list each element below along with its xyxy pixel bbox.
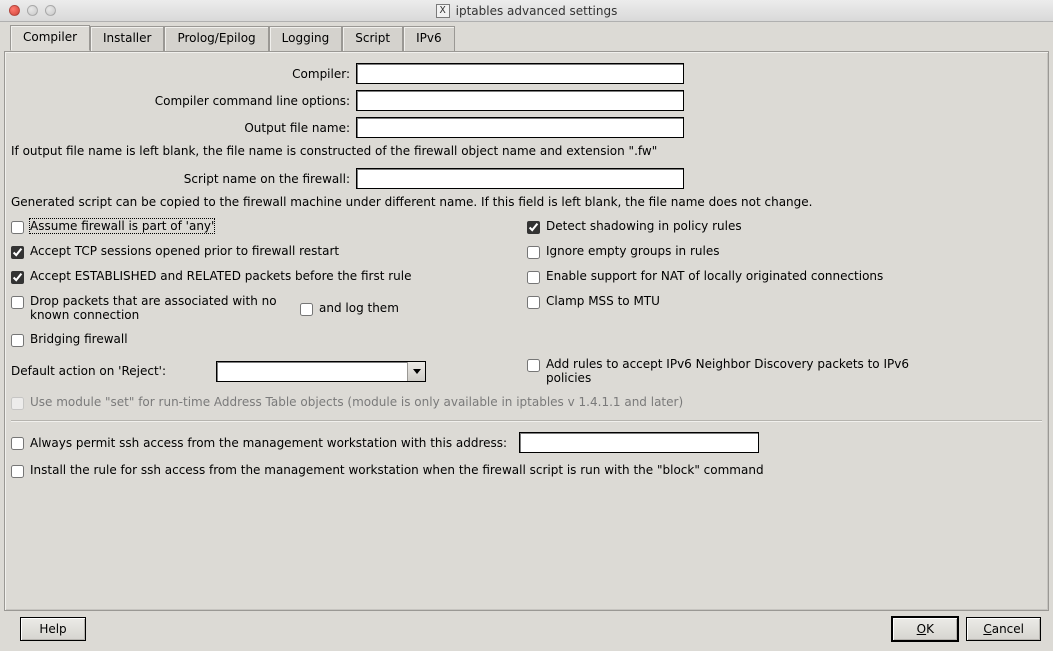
compiler-input[interactable]: [356, 63, 684, 84]
output-input[interactable]: [356, 117, 684, 138]
chk-and-log-label: and log them: [319, 301, 399, 315]
cmdline-label: Compiler command line options:: [11, 94, 356, 108]
chk-bridging-label: Bridging firewall: [30, 332, 128, 346]
separator: [11, 420, 1042, 422]
chk-use-set-box: [11, 397, 24, 410]
scriptname-label: Script name on the firewall:: [11, 172, 356, 186]
chk-ipv6-nd[interactable]: Add rules to accept IPv6 Neighbor Discov…: [527, 357, 1042, 385]
chevron-down-icon: [413, 369, 421, 374]
chk-ssh-block-box[interactable]: [11, 465, 24, 478]
chk-drop-unknown[interactable]: Drop packets that are associated with no…: [11, 294, 290, 322]
chk-clamp-mss[interactable]: Clamp MSS to MTU: [527, 294, 1042, 322]
chk-nat-local-box[interactable]: [527, 271, 540, 284]
tab-script[interactable]: Script: [342, 26, 403, 52]
tab-compiler[interactable]: Compiler: [10, 25, 90, 51]
tab-prolog-epilog[interactable]: Prolog/Epilog: [164, 26, 268, 52]
chk-ssh-always-box[interactable]: [11, 437, 24, 450]
chk-accept-tcp[interactable]: Accept TCP sessions opened prior to fire…: [11, 244, 521, 259]
chk-and-log-box[interactable]: [300, 303, 313, 316]
chk-detect-shadow-box[interactable]: [527, 221, 540, 234]
chk-nat-local[interactable]: Enable support for NAT of locally origin…: [527, 269, 1042, 284]
reject-label: Default action on 'Reject':: [11, 364, 206, 378]
chk-use-set-label: Use module "set" for run-time Address Ta…: [30, 395, 683, 409]
tab-bar: Compiler Installer Prolog/Epilog Logging…: [4, 25, 1049, 51]
chk-accept-est-box[interactable]: [11, 271, 24, 284]
chk-ignore-empty[interactable]: Ignore empty groups in rules: [527, 244, 1042, 259]
chk-detect-shadow-label: Detect shadowing in policy rules: [546, 219, 742, 233]
window-title-text: iptables advanced settings: [456, 4, 618, 18]
chk-accept-est[interactable]: Accept ESTABLISHED and RELATED packets b…: [11, 269, 521, 284]
chk-clamp-mss-label: Clamp MSS to MTU: [546, 294, 660, 308]
tab-page: Compiler: Compiler command line options:…: [4, 51, 1049, 611]
tab-installer[interactable]: Installer: [90, 26, 164, 52]
chk-nat-local-label: Enable support for NAT of locally origin…: [546, 269, 883, 283]
chk-use-set: Use module "set" for run-time Address Ta…: [11, 395, 1042, 410]
window-title: X iptables advanced settings: [0, 4, 1053, 18]
help-button[interactable]: Help: [20, 617, 86, 641]
chk-ipv6-nd-label: Add rules to accept IPv6 Neighbor Discov…: [546, 357, 926, 385]
scriptname-note: Generated script can be copied to the fi…: [11, 195, 1042, 209]
cancel-button[interactable]: Cancel: [966, 617, 1041, 641]
chk-bridging[interactable]: Bridging firewall: [11, 332, 521, 347]
chk-detect-shadow[interactable]: Detect shadowing in policy rules: [527, 219, 1042, 234]
app-x-icon: X: [436, 4, 450, 18]
chk-ssh-block[interactable]: Install the rule for ssh access from the…: [11, 463, 1042, 478]
ssh-address-input[interactable]: [519, 432, 759, 453]
ok-button[interactable]: OK: [892, 617, 958, 641]
output-note: If output file name is left blank, the f…: [11, 144, 1042, 158]
chk-ipv6-nd-box[interactable]: [527, 359, 540, 372]
chk-assume-any[interactable]: Assume firewall is part of 'any': [11, 219, 521, 234]
window-body: Compiler Installer Prolog/Epilog Logging…: [0, 22, 1053, 651]
chk-ssh-block-label: Install the rule for ssh access from the…: [30, 463, 764, 477]
titlebar: X iptables advanced settings: [0, 0, 1053, 22]
dialog-footer: Help OK Cancel: [4, 611, 1049, 651]
reject-select[interactable]: [216, 361, 426, 382]
tab-logging[interactable]: Logging: [269, 26, 343, 52]
chk-drop-unknown-label: Drop packets that are associated with no…: [30, 294, 290, 322]
compiler-label: Compiler:: [11, 67, 356, 81]
chk-assume-any-label: Assume firewall is part of 'any': [30, 219, 214, 233]
chk-and-log[interactable]: and log them: [300, 301, 399, 316]
chk-ignore-empty-label: Ignore empty groups in rules: [546, 244, 719, 258]
chk-clamp-mss-box[interactable]: [527, 296, 540, 309]
tab-ipv6[interactable]: IPv6: [403, 26, 455, 52]
output-label: Output file name:: [11, 121, 356, 135]
chk-accept-est-label: Accept ESTABLISHED and RELATED packets b…: [30, 269, 411, 283]
reject-select-button[interactable]: [407, 362, 425, 381]
chk-ssh-always-label: Always permit ssh access from the manage…: [30, 436, 507, 450]
chk-accept-tcp-box[interactable]: [11, 246, 24, 259]
chk-bridging-box[interactable]: [11, 334, 24, 347]
chk-accept-tcp-label: Accept TCP sessions opened prior to fire…: [30, 244, 339, 258]
chk-ignore-empty-box[interactable]: [527, 246, 540, 259]
cmdline-input[interactable]: [356, 90, 684, 111]
chk-drop-unknown-box[interactable]: [11, 296, 24, 309]
reject-select-value: [217, 362, 407, 381]
compiler-tab-content: Compiler: Compiler command line options:…: [5, 52, 1048, 610]
scriptname-input[interactable]: [356, 168, 684, 189]
chk-assume-any-box[interactable]: [11, 221, 24, 234]
chk-ssh-always[interactable]: Always permit ssh access from the manage…: [11, 432, 1042, 453]
